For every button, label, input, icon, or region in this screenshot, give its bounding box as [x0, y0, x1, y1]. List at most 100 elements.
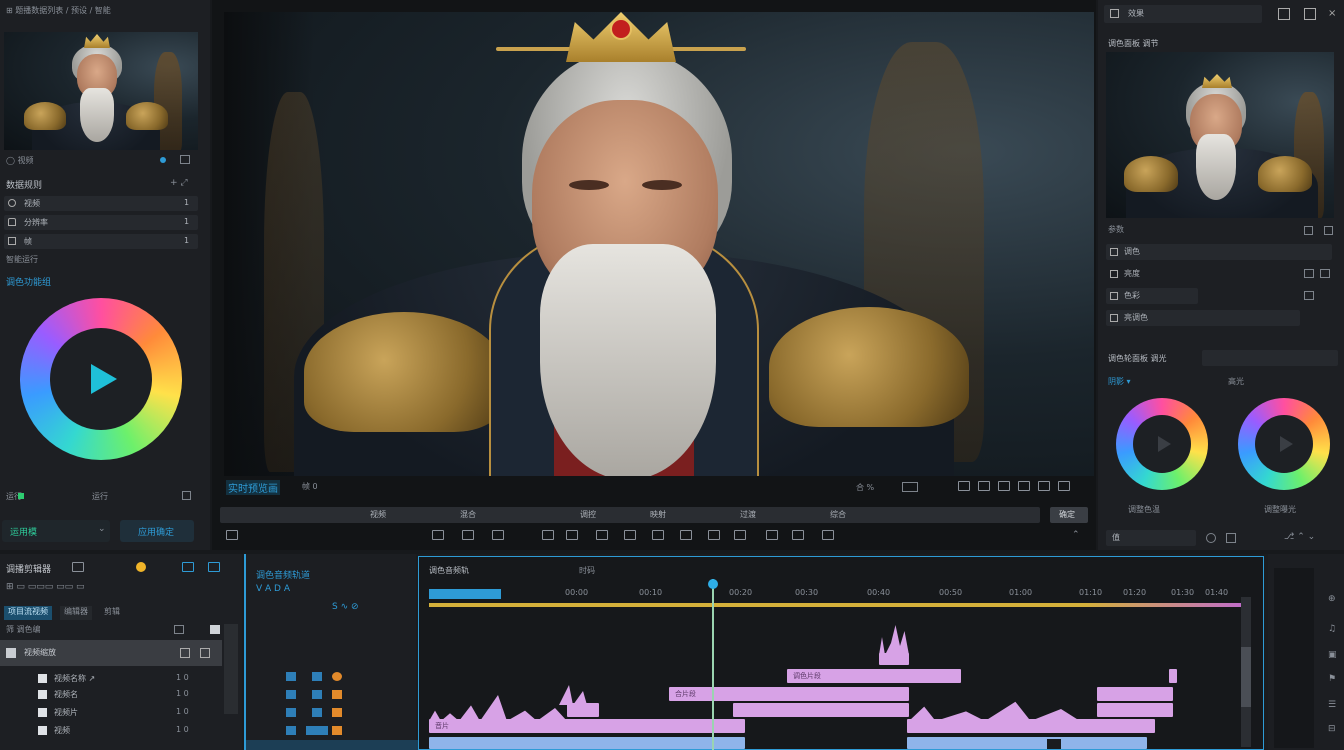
lock-icon[interactable] [822, 530, 834, 540]
list-scrollbar[interactable] [224, 624, 238, 714]
mode-button[interactable]: 运用模 ⌄ [2, 520, 110, 542]
filter-icon[interactable] [174, 625, 184, 634]
color-wheel[interactable] [20, 298, 182, 460]
track-row[interactable] [266, 724, 406, 738]
adjust-reset-icon[interactable] [1304, 291, 1314, 300]
audio-clip[interactable]: 音片 [429, 719, 745, 733]
add-icon[interactable] [1304, 8, 1316, 20]
layout-icon[interactable]: ⊟ [1328, 724, 1336, 734]
thumbnail-settings-icon[interactable] [180, 155, 190, 164]
export-frame-icon[interactable] [1058, 481, 1070, 491]
frame-icon[interactable] [624, 530, 636, 540]
video-clip[interactable] [733, 703, 909, 717]
cut-icon[interactable] [432, 530, 444, 540]
video-clip[interactable] [1097, 703, 1173, 717]
timeline-scrollbar[interactable] [1241, 597, 1251, 747]
track-row[interactable] [266, 688, 406, 702]
eye-icon[interactable] [286, 690, 296, 699]
adjust-reset-icon[interactable] [1320, 269, 1330, 278]
zoom-icon[interactable] [1018, 481, 1030, 491]
target-icon[interactable] [332, 708, 342, 717]
speed-icon[interactable] [596, 530, 608, 540]
play-icon[interactable] [91, 364, 117, 394]
shadow-color-wheel[interactable] [1116, 398, 1208, 490]
compare-icon[interactable] [998, 481, 1010, 491]
playhead-handle[interactable] [708, 579, 718, 589]
preview-expand-icon[interactable] [1324, 226, 1333, 235]
crop-icon[interactable] [462, 530, 474, 540]
track-row[interactable] [266, 670, 406, 684]
video-clip[interactable]: 调色片段 [787, 669, 961, 683]
flag-icon[interactable]: ⚑ [1328, 674, 1336, 684]
lock-icon[interactable] [312, 708, 322, 717]
eye-icon[interactable] [286, 726, 296, 735]
target-icon[interactable] [332, 690, 342, 699]
tab-project[interactable]: 项目流视频 [4, 606, 52, 620]
audio-clip[interactable] [907, 737, 1147, 749]
section-add-icon[interactable]: + ⤢ [170, 178, 188, 188]
project-search[interactable]: ⊞ ▭ ▭▭▭ ▭▭ ▭ [6, 582, 85, 592]
trim-icon[interactable] [680, 530, 692, 540]
info-icon[interactable] [72, 562, 84, 572]
value-field[interactable]: 值 [1106, 530, 1196, 546]
video-clip[interactable] [1097, 687, 1173, 701]
program-monitor[interactable] [224, 12, 1094, 476]
fullscreen-icon[interactable] [1038, 481, 1050, 491]
record-icon[interactable] [136, 562, 146, 572]
more-icon[interactable]: ⌃ [1072, 530, 1080, 540]
video-clip[interactable] [567, 703, 599, 717]
reference-preview[interactable] [1106, 52, 1334, 218]
expand-icon[interactable]: ⊕ [1328, 594, 1336, 604]
highlight-color-wheel[interactable] [1238, 398, 1330, 490]
source-thumbnail[interactable] [4, 32, 198, 150]
adjust-row[interactable]: 调色 [1106, 244, 1332, 260]
list-icon[interactable]: ☰ [1328, 700, 1336, 710]
image-icon[interactable] [1278, 8, 1290, 20]
adjust-row[interactable]: 亮度 [1106, 266, 1332, 282]
tab-clip[interactable]: 剪辑 [100, 606, 124, 620]
timeline-tracks[interactable]: 调色音频轨 时码 00:00 00:10 00:20 00:30 00:40 0… [418, 556, 1264, 750]
track-row[interactable] [266, 706, 406, 720]
folder-icon[interactable] [208, 562, 220, 572]
import-icon[interactable] [182, 562, 194, 572]
scrub-confirm-button[interactable]: 确定 [1050, 507, 1088, 523]
list-item[interactable]: 视频 1 0 [20, 724, 220, 738]
playhead[interactable] [708, 579, 718, 750]
property-row[interactable]: 分辨率 1 [4, 215, 198, 230]
lock-icon[interactable] [312, 690, 322, 699]
apply-button[interactable]: 应用确定 [120, 520, 194, 542]
preview-settings-icon[interactable] [1304, 226, 1313, 235]
track-header-tools[interactable]: S ∿ ⊘ [332, 602, 359, 612]
play-icon[interactable] [1280, 436, 1293, 452]
audio-clip[interactable] [907, 719, 1155, 733]
overlay-icon[interactable] [978, 481, 990, 491]
target-icon[interactable] [332, 672, 342, 681]
bottom-settings-icon[interactable] [182, 491, 191, 500]
panel-nav-icons[interactable]: ⎇ ⌃ ⌄ [1284, 532, 1315, 542]
keyboard-icon[interactable] [902, 482, 918, 492]
audio-clip[interactable] [429, 737, 745, 749]
checkbox-icon[interactable] [38, 690, 47, 699]
lock-icon[interactable] [306, 726, 328, 735]
camera-icon[interactable] [766, 530, 778, 540]
time-ruler[interactable]: 00:00 00:10 00:20 00:30 00:40 00:50 01:0… [429, 587, 1249, 611]
close-icon[interactable]: × [1328, 8, 1336, 19]
adjust-row[interactable]: 亮调色 [1106, 310, 1300, 326]
list-item[interactable]: 视频名 1 0 [20, 688, 220, 702]
grid-icon[interactable] [566, 530, 578, 540]
checkbox-icon[interactable] [38, 674, 47, 683]
eye-icon[interactable] [286, 672, 296, 681]
adjust-toggle-icon[interactable] [1304, 269, 1314, 278]
reset-icon[interactable] [1206, 533, 1216, 543]
video-clip[interactable] [1169, 669, 1177, 683]
play-icon[interactable] [1158, 436, 1171, 452]
list-item[interactable]: 视频片 1 0 [20, 706, 220, 720]
work-area-bar[interactable] [429, 589, 501, 599]
tab-editor[interactable]: 编辑器 [60, 606, 92, 620]
video-clip[interactable]: 合片段 [669, 687, 909, 701]
property-row[interactable]: 帧 1 [4, 234, 198, 249]
marker-icon[interactable]: ▣ [1328, 650, 1337, 660]
checkbox-icon[interactable] [38, 726, 47, 735]
scrub-bar[interactable]: 视频 混合 调控 映射 过渡 综合 [220, 507, 1040, 523]
save-icon[interactable] [1226, 533, 1236, 543]
